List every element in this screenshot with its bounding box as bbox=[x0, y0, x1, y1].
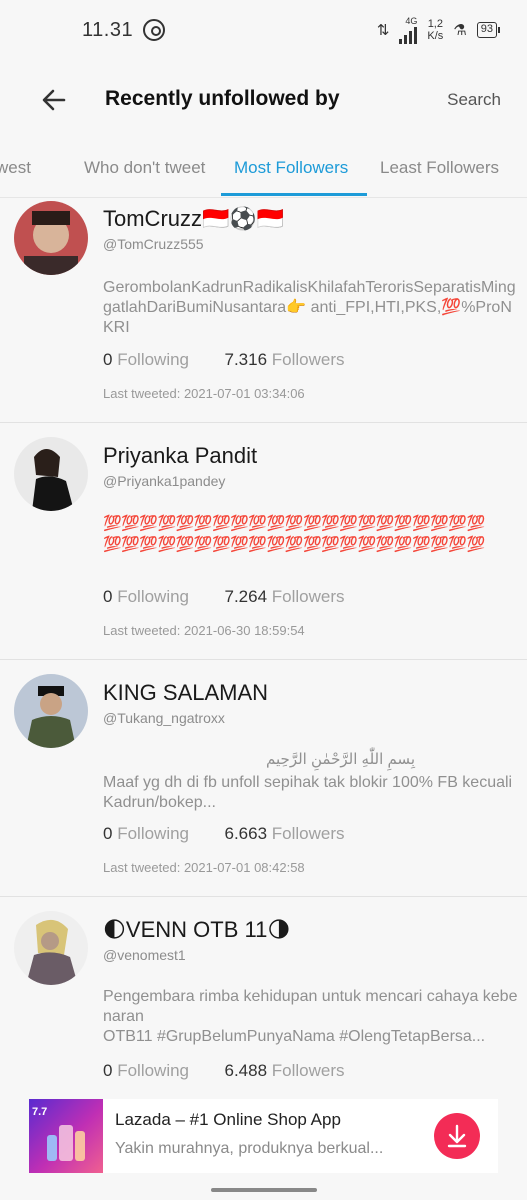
following-label: Following bbox=[117, 1061, 190, 1080]
battery-icon: 93 bbox=[476, 22, 501, 38]
page-title: Recently unfollowed by bbox=[105, 87, 340, 110]
tab-most-followers[interactable]: Most Followers bbox=[234, 158, 348, 178]
user-bio: 💯💯💯💯💯💯💯💯💯💯💯💯💯💯💯💯💯💯💯💯💯💯💯💯💯💯💯💯💯💯💯💯💯💯💯💯💯💯💯💯… bbox=[103, 515, 485, 553]
avatar[interactable] bbox=[14, 201, 88, 275]
user-handle: @TomCruzz555 bbox=[103, 236, 204, 252]
user-handle: @Priyanka1pandey bbox=[103, 473, 226, 489]
signal-icon: 4G bbox=[399, 15, 418, 44]
followers-count: 7.316 bbox=[224, 350, 268, 369]
network-speed: 1,2 K/s bbox=[427, 18, 444, 42]
last-tweeted-label: Last tweeted: bbox=[103, 386, 181, 401]
tab-tweet[interactable]: west bbox=[0, 158, 31, 178]
tab-bar: west Who don't tweet Most Followers Leas… bbox=[0, 140, 527, 198]
list-item[interactable]: Priyanka Pandit @Priyanka1pandey 💯💯💯💯💯💯💯… bbox=[0, 423, 527, 660]
avatar[interactable] bbox=[14, 911, 88, 985]
followers-count: 7.264 bbox=[224, 587, 268, 606]
following-label: Following bbox=[117, 587, 190, 606]
user-name: TomCruzz🇮🇩⚽🇮🇩 bbox=[103, 206, 285, 231]
following-count: 0 bbox=[103, 587, 113, 606]
following-count: 0 bbox=[103, 1061, 113, 1080]
active-tab-indicator bbox=[221, 193, 367, 196]
ad-thumbnail[interactable]: 7.7 bbox=[29, 1099, 103, 1173]
user-stats: 0 Following 7.316 Followers bbox=[103, 350, 345, 370]
download-icon[interactable] bbox=[434, 1113, 480, 1159]
followers-label: Followers bbox=[271, 1061, 345, 1080]
user-stats: 0 Following 7.264 Followers bbox=[103, 587, 345, 607]
tab-least-followers[interactable]: Least Followers bbox=[380, 158, 499, 178]
user-stats: 0 Following 6.663 Followers bbox=[103, 824, 345, 844]
last-tweeted-label: Last tweeted: bbox=[103, 860, 181, 875]
user-stats: 0 Following 6.488 Followers bbox=[103, 1061, 345, 1081]
user-name: Priyanka Pandit bbox=[103, 443, 258, 468]
search-button[interactable]: Search bbox=[447, 90, 501, 110]
avatar[interactable] bbox=[14, 437, 88, 511]
back-arrow-icon[interactable] bbox=[38, 84, 70, 116]
network-type: 4G bbox=[405, 15, 418, 26]
home-indicator[interactable] bbox=[211, 1188, 317, 1192]
avatar[interactable] bbox=[14, 674, 88, 748]
tab-who-dont-tweet[interactable]: Who don't tweet bbox=[84, 158, 205, 178]
followers-count: 6.663 bbox=[224, 824, 268, 843]
status-indicators: ⇅ 4G 1,2 K/s ⚗ 93 bbox=[376, 15, 501, 44]
list-item[interactable]: 🌓VENN OTB 11🌗 @venomest1 Pengembara rimb… bbox=[0, 897, 527, 1097]
status-time: 11.31 bbox=[82, 18, 134, 41]
followers-label: Followers bbox=[271, 350, 345, 369]
last-tweeted-date: 2021-07-01 08:42:58 bbox=[183, 860, 305, 875]
user-handle: @venomest1 bbox=[103, 947, 186, 963]
following-count: 0 bbox=[103, 824, 113, 843]
following-count: 0 bbox=[103, 350, 113, 369]
list-item[interactable]: KING SALAMAN @Tukang_ngatroxx بِسمِ اللّ… bbox=[0, 660, 527, 897]
data-arrows-icon: ⇅ bbox=[376, 22, 390, 39]
last-tweeted-date: 2021-06-30 18:59:54 bbox=[183, 623, 305, 638]
user-bio-arabic: بِسمِ اللّٰهِ الرَّحْمٰنِ الرَّحِيم bbox=[266, 751, 415, 768]
app-bar: Recently unfollowed by Search bbox=[0, 60, 527, 140]
user-handle: @Tukang_ngatroxx bbox=[103, 710, 225, 726]
ad-title: Lazada – #1 Online Shop App bbox=[115, 1110, 341, 1129]
user-name: KING SALAMAN bbox=[103, 680, 269, 705]
followers-label: Followers bbox=[271, 587, 345, 606]
followers-count: 6.488 bbox=[224, 1061, 268, 1080]
followers-label: Followers bbox=[271, 824, 345, 843]
status-bar: 11.31 ⇅ 4G 1,2 K/s ⚗ 93 bbox=[0, 0, 527, 60]
last-tweeted: Last tweeted: 2021-06-30 18:59:54 bbox=[103, 623, 305, 638]
ad-banner[interactable]: 7.7 Lazada – #1 Online Shop App Yakin mu… bbox=[29, 1099, 498, 1173]
following-label: Following bbox=[117, 824, 190, 843]
ad-subtitle: Yakin murahnya, produknya berkual... bbox=[115, 1140, 384, 1157]
user-bio: Maaf yg dh di fb unfoll sepihak tak blok… bbox=[103, 774, 513, 811]
user-bio: GerombolanKadrunRadikalisKhilafahTeroris… bbox=[103, 279, 516, 336]
user-bio: Pengembara rimba kehidupan untuk mencari… bbox=[103, 988, 518, 1045]
flask-icon: ⚗ bbox=[453, 22, 467, 39]
last-tweeted: Last tweeted: 2021-07-01 08:42:58 bbox=[103, 860, 305, 875]
following-label: Following bbox=[117, 350, 190, 369]
list-item[interactable]: TomCruzz🇮🇩⚽🇮🇩 @TomCruzz555 GerombolanKad… bbox=[0, 198, 527, 423]
user-name: 🌓VENN OTB 11🌗 bbox=[103, 917, 291, 942]
last-tweeted-date: 2021-07-01 03:34:06 bbox=[183, 386, 305, 401]
whatsapp-icon bbox=[143, 19, 166, 41]
last-tweeted: Last tweeted: 2021-07-01 03:34:06 bbox=[103, 386, 305, 401]
last-tweeted-label: Last tweeted: bbox=[103, 623, 181, 638]
